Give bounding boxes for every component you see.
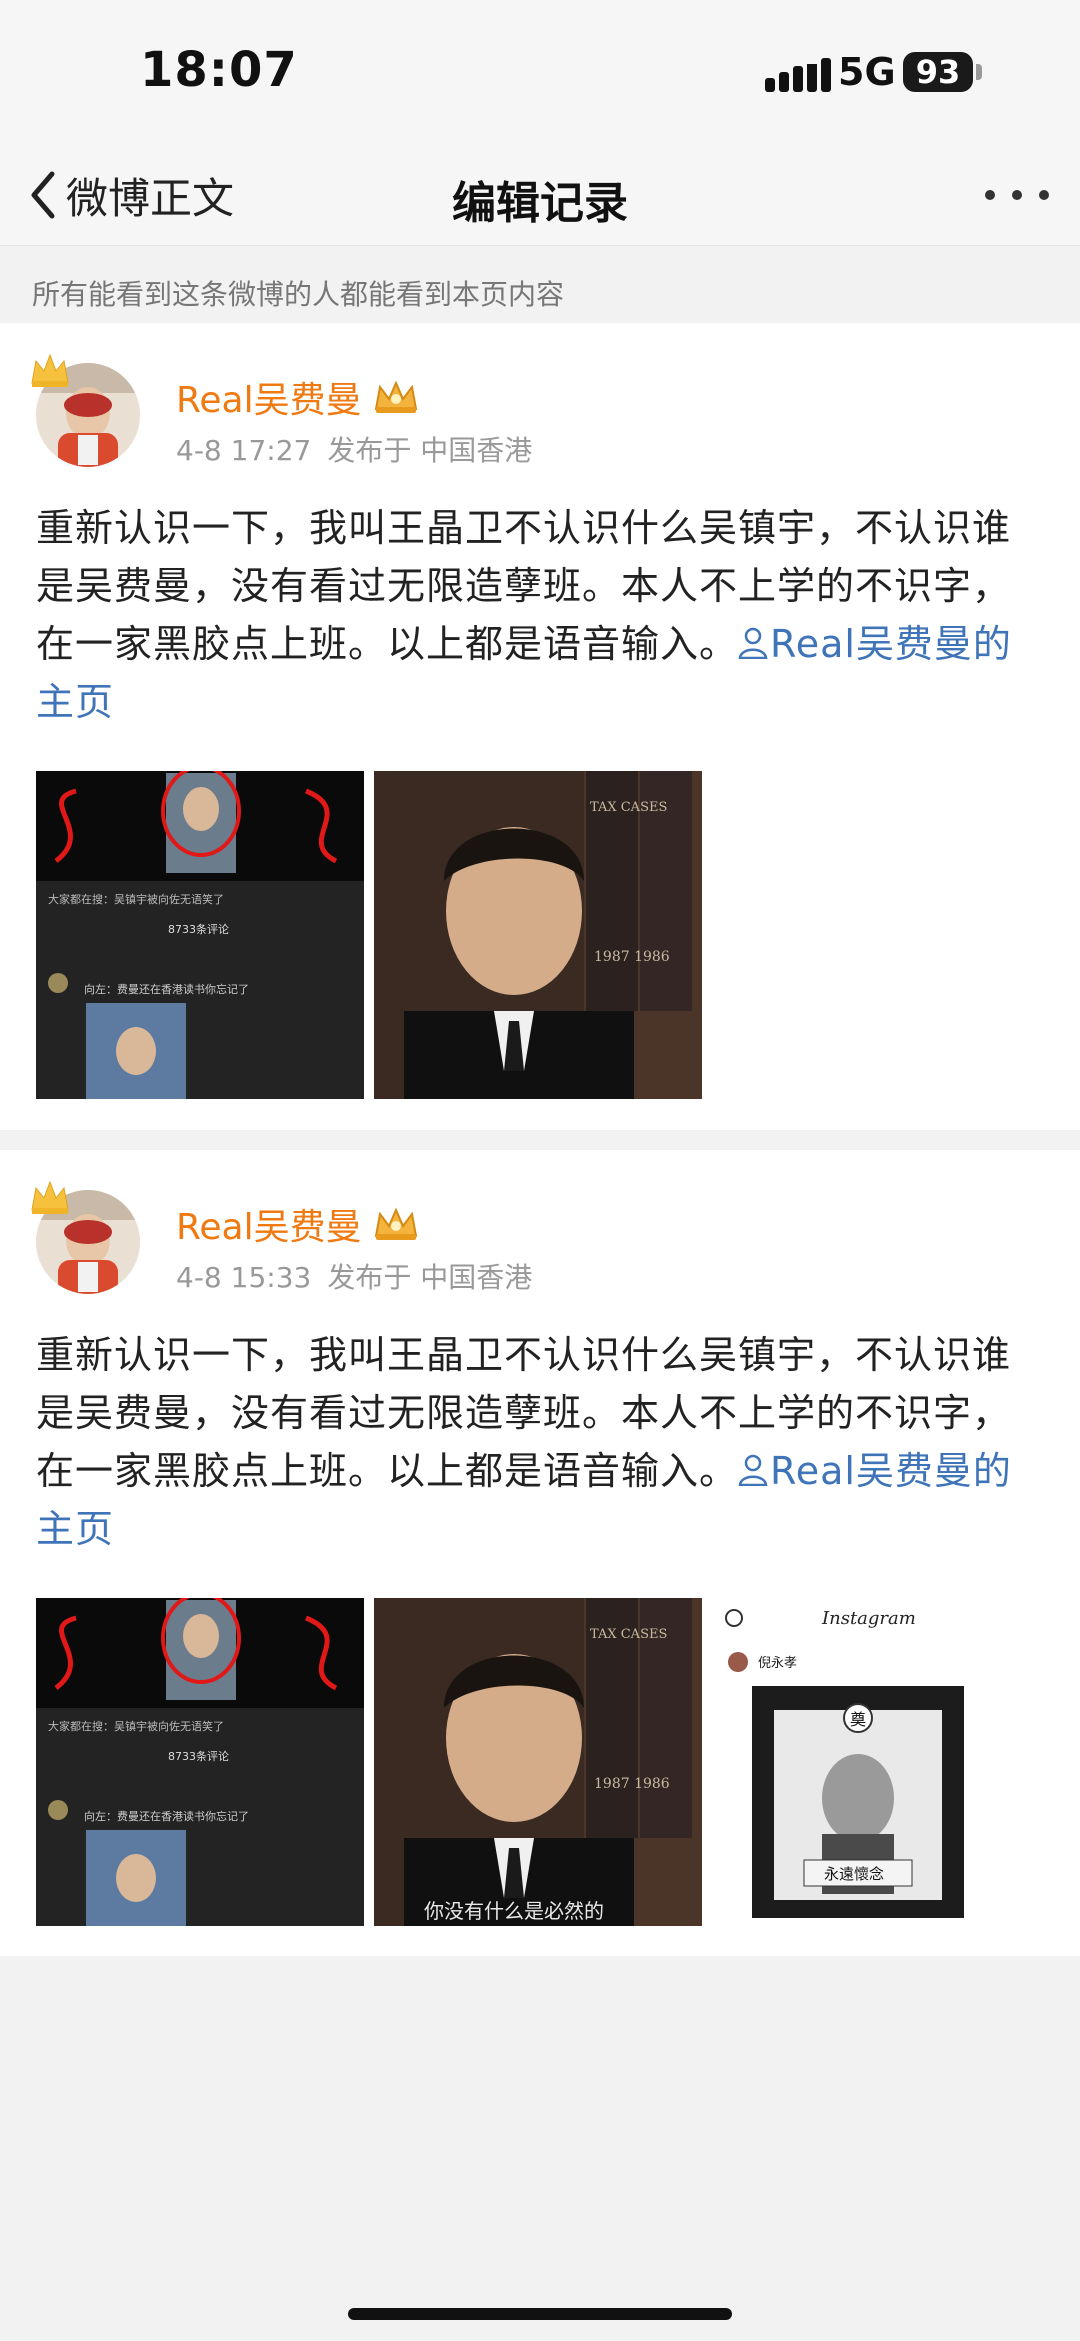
status-bar: 18:07 5G 93 [0,0,1080,145]
comment-count: 8733条评论 [168,1749,229,1763]
edit-record-card: Real吴费曼 4-8 17:27 发布于 中国香港 重新认识一下，我叫王晶卫不认… [0,323,1080,1130]
status-time: 18:07 [140,42,298,98]
more-icon[interactable] [982,183,1052,207]
book-years: 1987 1986 [594,1776,670,1792]
back-label: 微博正文 [66,173,235,223]
edit-record-card: Real吴费曼 4-8 15:33 发布于 中国香港 重新认识一下，我叫王晶卫不认… [0,1150,1080,1956]
vip-crown-icon [374,380,417,413]
post-meta: 4-8 17:27 发布于 中国香港 [176,429,532,469]
portrait-suit-image: TAX CASES 1987 1986 [374,771,702,1099]
comment-text: 向左：费曼还在香港读书你忘记了 [84,982,249,996]
network-type: 5G [838,50,896,94]
image-thumbnail[interactable]: Instagram 倪永孝 奠 永遠懷念 [712,1598,1040,1926]
user-icon [738,627,768,659]
username: Real吴费曼 [176,1207,362,1248]
image-thumbnail[interactable]: 大家都在搜：吴镇宇被向佐无语笑了 8733条评论 向左：费曼还在香港读书你忘记了 [36,771,364,1099]
chevron-left-icon [31,171,55,219]
search-banner: 大家都在搜：吴镇宇被向佐无语笑了 [48,892,224,906]
username: Real吴费曼 [176,380,362,421]
battery-icon: 93 [903,52,973,92]
post-text: 重新认识一下，我叫王晶卫不认识什么吴镇宇，不认识谁是吴费曼，没有看过无限造孽班。… [36,499,1046,731]
username-link[interactable]: Real吴费曼 [176,371,420,423]
avatar[interactable] [30,1180,150,1300]
post-time: 4-8 17:27 [176,434,312,467]
image-thumbnail[interactable]: 大家都在搜：吴镇宇被向佐无语笑了 8733条评论 向左：费曼还在香港读书你忘记了 [36,1598,364,1926]
image-thumbnail[interactable]: TAX CASES 1987 1986 你没有什么是必然的 [374,1598,702,1926]
crown-badge-icon [31,1180,69,1214]
vip-crown-icon [374,1207,417,1240]
portrait-suit-image: TAX CASES 1987 1986 你没有什么是必然的 [374,1598,702,1926]
image-thumbnail[interactable]: TAX CASES 1987 1986 [374,771,702,1099]
comment-text: 向左：费曼还在香港读书你忘记了 [84,1809,249,1823]
book-years: 1987 1986 [594,949,670,965]
post-meta: 4-8 15:33 发布于 中国香港 [176,1256,532,1296]
video-screenshot-image: 大家都在搜：吴镇宇被向佐无语笑了 8733条评论 向左：费曼还在香港读书你忘记了 [36,771,364,1099]
memorial-text: 永遠懷念 [824,1865,884,1883]
comment-count: 8733条评论 [168,922,229,936]
avatar[interactable] [30,353,150,473]
signal-icon [765,58,831,92]
visibility-notice: 所有能看到这条微博的人都能看到本页内容 [32,278,565,311]
book-spine: TAX CASES [590,1627,667,1642]
post-text: 重新认识一下，我叫王晶卫不认识什么吴镇宇，不认识谁是吴费曼，没有看过无限造孽班。… [36,1326,1046,1558]
post-location: 发布于 中国香港 [327,1261,533,1294]
battery-tip [976,64,982,80]
image-caption: 你没有什么是必然的 [424,1899,604,1923]
video-screenshot-image: 大家都在搜：吴镇宇被向佐无语笑了 8733条评论 向左：费曼还在香港读书你忘记了 [36,1598,364,1926]
frame-character: 奠 [850,1710,866,1729]
user-icon [738,1454,768,1486]
book-spine: TAX CASES [590,800,667,815]
home-indicator[interactable] [348,2308,732,2320]
instagram-label: Instagram [821,1608,916,1629]
back-button[interactable]: 微博正文 [28,163,234,227]
nav-bar: 微博正文 编辑记录 [0,145,1080,246]
search-banner: 大家都在搜：吴镇宇被向佐无语笑了 [48,1719,224,1733]
username-link[interactable]: Real吴费曼 [176,1198,420,1250]
post-time: 4-8 15:33 [176,1261,312,1294]
instagram-memorial-image: Instagram 倪永孝 奠 永遠懷念 [712,1598,1040,1926]
post-location: 发布于 中国香港 [327,434,533,467]
crown-badge-icon [31,353,69,387]
ig-account: 倪永孝 [758,1656,797,1671]
